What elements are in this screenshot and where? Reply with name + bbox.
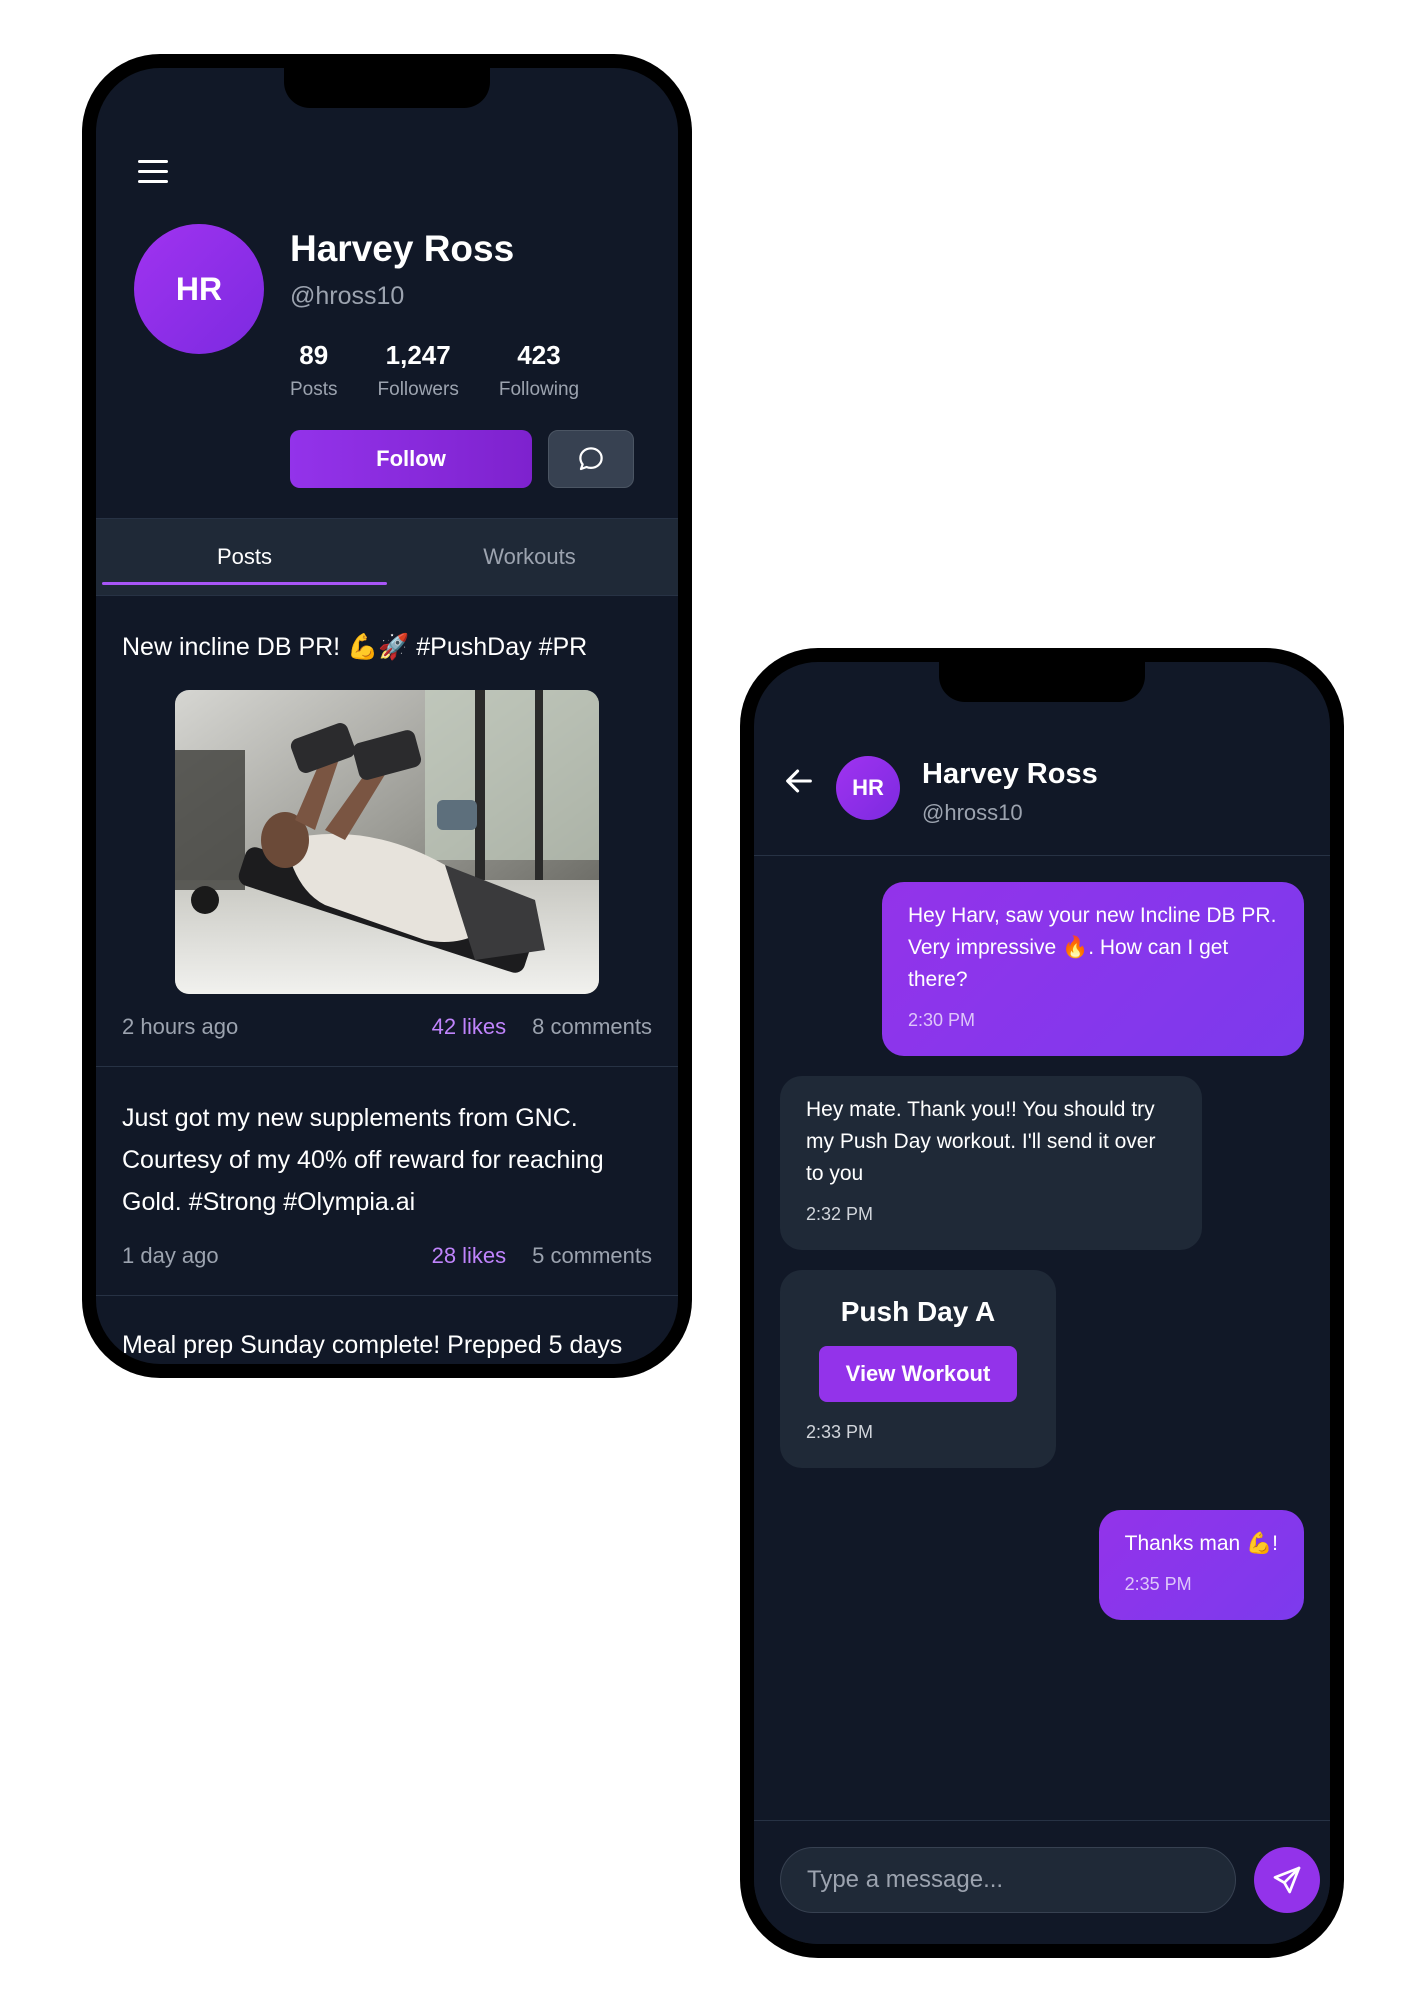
post-likes[interactable]: 42 likes (432, 1014, 507, 1040)
message-text: Hey Harv, saw your new Incline DB PR. Ve… (908, 904, 1277, 991)
chat-contact-name: Harvey Ross (922, 758, 1098, 790)
avatar: HR (134, 224, 264, 354)
send-button[interactable] (1254, 1847, 1320, 1913)
send-icon (1273, 1866, 1301, 1894)
avatar[interactable]: HR (836, 756, 900, 820)
stat-posts[interactable]: 89 Posts (290, 340, 338, 401)
chat-bubble-icon (579, 447, 603, 471)
message-button[interactable] (548, 430, 634, 488)
profile-tabs: Posts Workouts (96, 518, 678, 596)
post-meta: 2 hours ago 42 likes 8 comments (122, 1014, 652, 1040)
message-incoming: Hey mate. Thank you!! You should try my … (780, 1076, 1202, 1250)
chat-screen: HR Harvey Ross @hross10 Hey Harv, saw yo… (754, 662, 1330, 1944)
post-text: Meal prep Sunday complete! Prepped 5 day… (122, 1331, 623, 1359)
stat-value: 89 (299, 340, 329, 370)
stat-label: Posts (290, 379, 338, 400)
phone-notch (939, 662, 1145, 702)
profile-stats: 89 Posts 1,247 Followers 423 Following (290, 340, 579, 401)
stat-value: 1,247 (385, 340, 451, 370)
tab-workouts[interactable]: Workouts (387, 519, 672, 595)
profile-name: Harvey Ross (290, 228, 515, 269)
back-button[interactable] (782, 764, 816, 803)
post-timestamp: 1 day ago (122, 1243, 219, 1268)
stat-value: 423 (517, 340, 561, 370)
post-text: Just got my new supplements from GNC. Co… (122, 1104, 604, 1216)
message-outgoing: Hey Harv, saw your new Incline DB PR. Ve… (882, 882, 1304, 1056)
message-outgoing: Thanks man 💪! 2:35 PM (1098, 1510, 1304, 1620)
post-item[interactable]: Just got my new supplements from GNC. Co… (96, 1067, 678, 1296)
stat-following[interactable]: 423 Following (499, 340, 579, 401)
message-time: 2:32 PM (806, 1204, 874, 1224)
message-text: Thanks man 💪! (1124, 1532, 1278, 1555)
post-timestamp: 2 hours ago (122, 1014, 239, 1039)
chat-phone-frame: HR Harvey Ross @hross10 Hey Harv, saw yo… (740, 648, 1344, 1958)
message-workout-card: Push Day A View Workout 2:33 PM (780, 1270, 1056, 1468)
post-likes[interactable]: 28 likes (432, 1243, 507, 1269)
message-composer (754, 1820, 1330, 1944)
stat-label: Followers (377, 379, 459, 400)
message-time: 2:33 PM (806, 1422, 874, 1442)
workout-title: Push Day A (840, 1296, 996, 1327)
message-text: Hey mate. Thank you!! You should try my … (806, 1098, 1156, 1185)
view-workout-button[interactable]: View Workout (819, 1346, 1017, 1402)
message-time: 2:30 PM (908, 1010, 976, 1030)
chat-contact-handle: @hross10 (922, 800, 1023, 825)
phone-notch (284, 68, 490, 108)
follow-button[interactable]: Follow (290, 430, 532, 488)
post-comments[interactable]: 8 comments (532, 1014, 652, 1040)
profile-handle: @hross10 (290, 282, 405, 310)
message-time: 2:35 PM (1124, 1574, 1192, 1594)
arrow-left-icon (786, 769, 812, 793)
post-feed: New incline DB PR! 💪🚀 #PushDay #PR 2 hou… (96, 596, 678, 1364)
post-item[interactable]: Meal prep Sunday complete! Prepped 5 day… (96, 1296, 678, 1364)
post-meta: 1 day ago 28 likes 5 comments (122, 1243, 652, 1269)
message-input[interactable] (780, 1847, 1236, 1913)
hamburger-menu-icon[interactable] (138, 160, 168, 186)
post-text: New incline DB PR! 💪🚀 #PushDay #PR (122, 633, 588, 661)
stat-label: Following (498, 379, 580, 400)
profile-phone-frame: HR Harvey Ross @hross10 89 Posts 1,247 F… (82, 54, 692, 1378)
stat-followers[interactable]: 1,247 Followers (378, 340, 459, 401)
tab-posts[interactable]: Posts (102, 519, 387, 595)
post-item[interactable]: New incline DB PR! 💪🚀 #PushDay #PR 2 hou… (96, 596, 678, 1067)
profile-screen: HR Harvey Ross @hross10 89 Posts 1,247 F… (96, 68, 678, 1364)
post-image[interactable] (175, 690, 599, 994)
post-comments[interactable]: 5 comments (532, 1243, 652, 1269)
